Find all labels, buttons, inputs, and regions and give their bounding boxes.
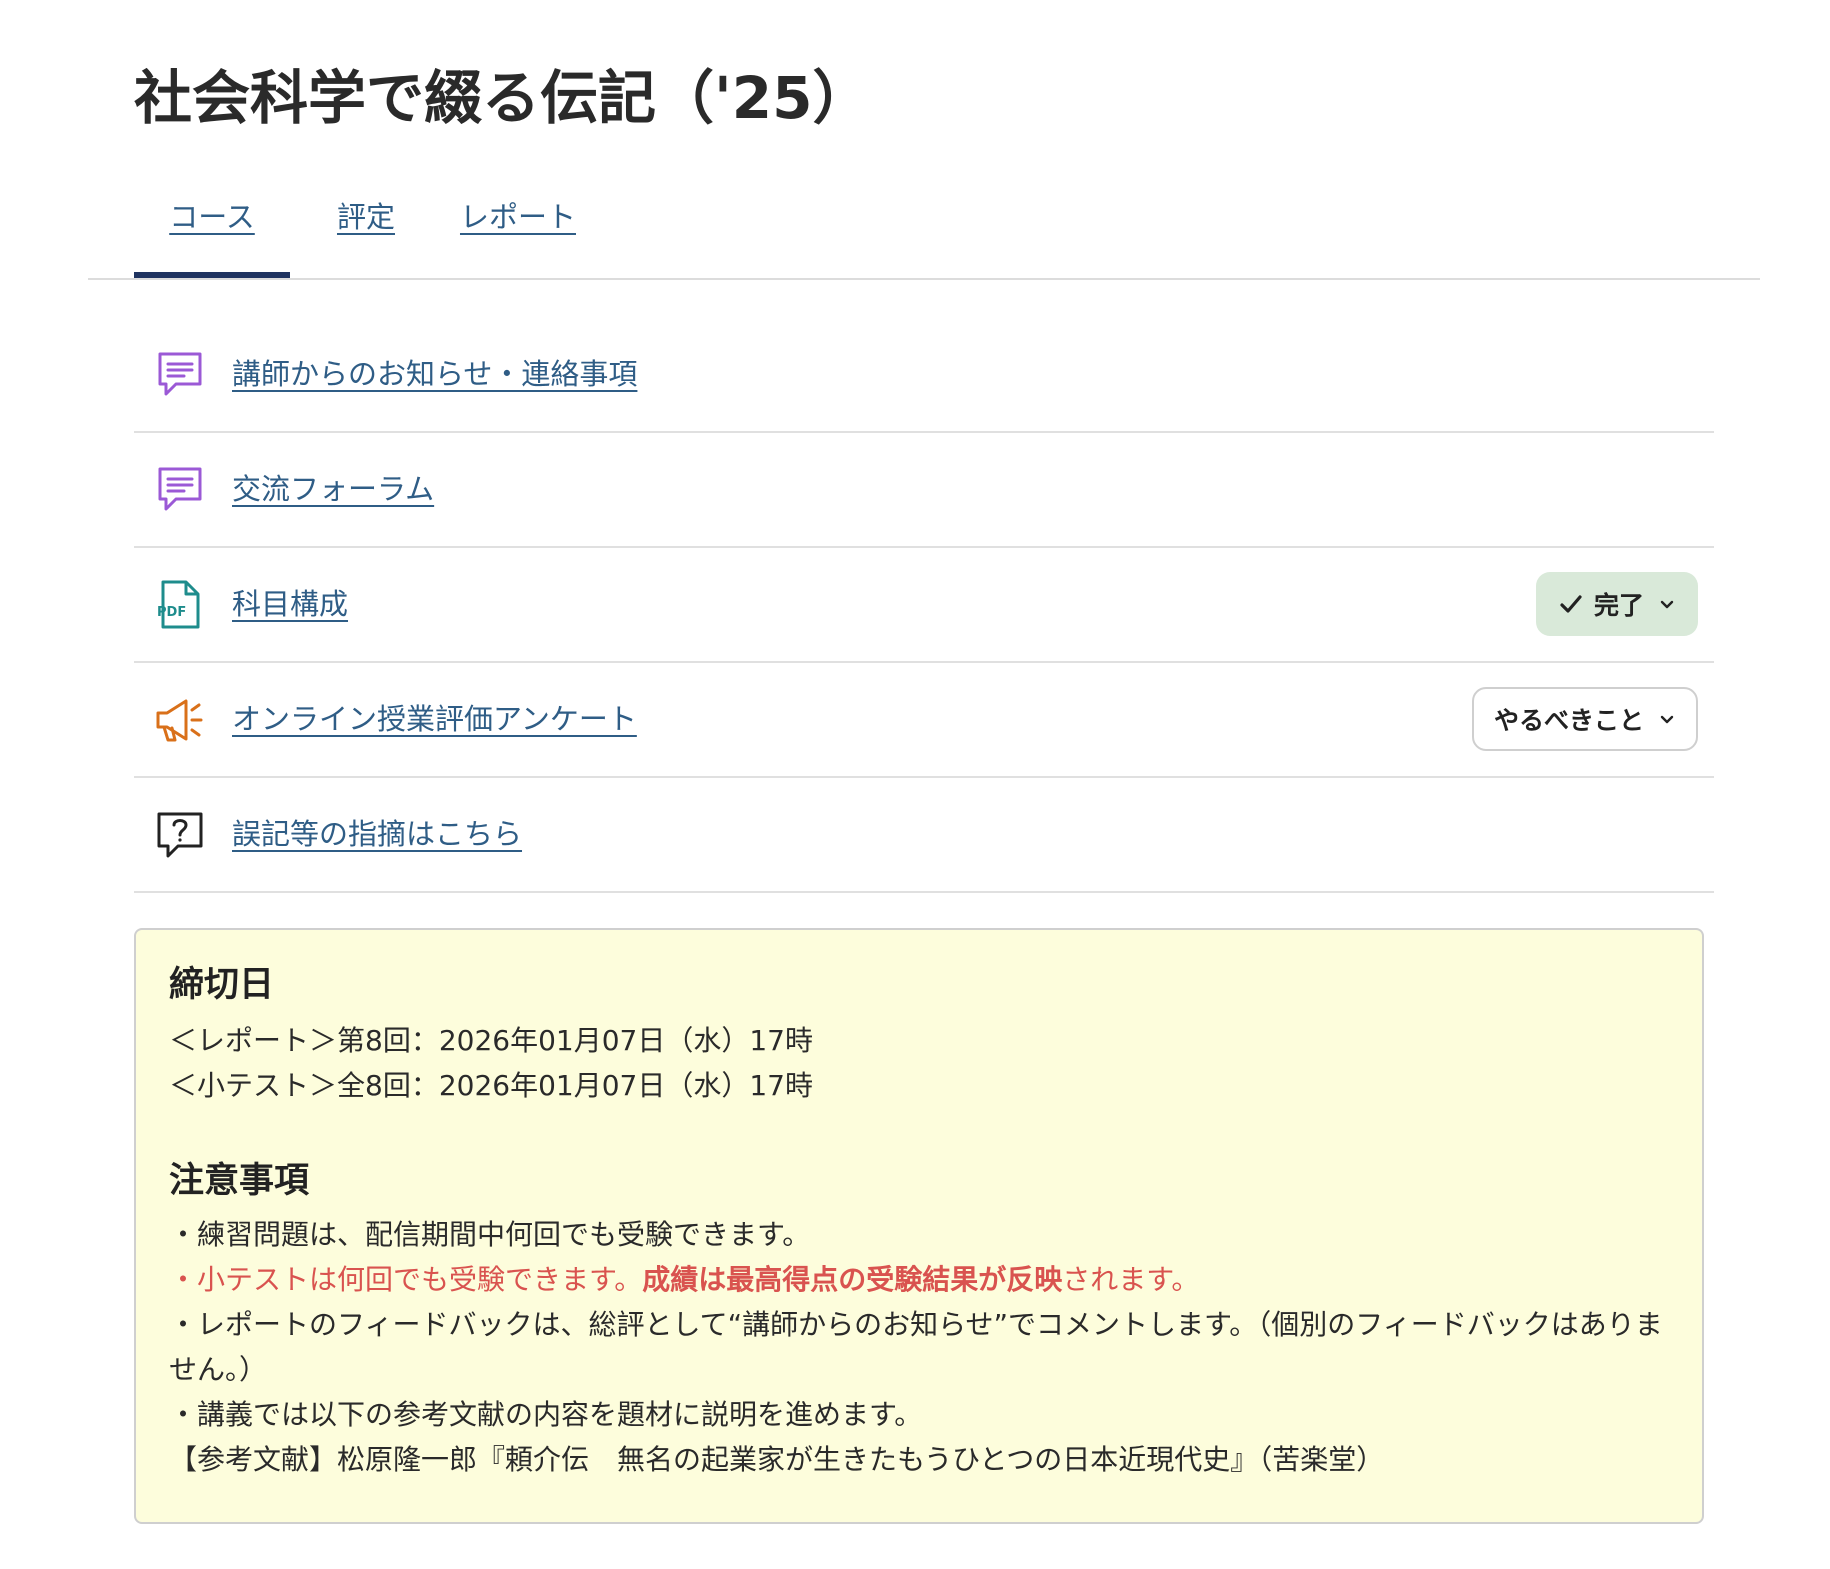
note-quiz: ・小テストは何回でも受験できます。成績は最高得点の受験結果が反映されます。	[169, 1257, 1669, 1302]
megaphone-icon	[154, 694, 206, 746]
course-tabs: コース 評定 レポート	[88, 180, 1760, 280]
chevron-down-icon	[1660, 600, 1674, 609]
deadline-list: ＜レポート＞第8回：2026年01月07日（水）17時 ＜小テスト＞全8回：20…	[169, 1018, 1669, 1108]
todo-status-label: やるべきこと	[1493, 706, 1644, 735]
notice-box: 締切日 ＜レポート＞第8回：2026年01月07日（水）17時 ＜小テスト＞全8…	[134, 928, 1704, 1524]
todo-status-button[interactable]: やるべきこと	[1472, 687, 1698, 751]
module-item-forum: 交流フォーラム	[134, 433, 1714, 548]
tab-course[interactable]: コース	[134, 180, 290, 278]
discussion-icon	[154, 349, 206, 401]
announcements-link[interactable]: 講師からのお知らせ・連絡事項	[232, 318, 637, 431]
pdf-file-icon: PDF	[154, 579, 206, 631]
note-lecture: ・講義では以下の参考文献の内容を題材に説明を進めます。	[169, 1398, 923, 1431]
page-title: 社会科学で綴る伝記（'25）	[134, 64, 871, 132]
module-item-survey: オンライン授業評価アンケート やるべきこと	[134, 663, 1714, 778]
module-item-syllabus: PDF 科目構成 完了	[134, 548, 1714, 663]
deadline-line-report: ＜レポート＞第8回：2026年01月07日（水）17時	[169, 1024, 813, 1057]
survey-link[interactable]: オンライン授業評価アンケート	[232, 663, 637, 776]
active-tab-indicator	[134, 272, 290, 278]
notes-heading: 注意事項	[169, 1161, 310, 1201]
completion-status-label: 完了	[1593, 591, 1644, 620]
chevron-down-icon	[1660, 715, 1674, 724]
check-icon	[1560, 595, 1582, 613]
discussion-icon	[154, 464, 206, 516]
deadline-line-quiz: ＜小テスト＞全8回：2026年01月07日（水）17時	[169, 1069, 813, 1102]
note-practice: ・練習問題は、配信期間中何回でも受験できます。	[169, 1218, 811, 1251]
note-quiz-ending: されます。	[1062, 1263, 1200, 1296]
completion-status-button[interactable]: 完了	[1536, 572, 1698, 636]
tab-report[interactable]: レポート	[440, 180, 596, 278]
module-item-errata: 誤記等の指摘はこちら	[134, 778, 1714, 893]
note-reference: 【参考文献】松原隆一郎『頼介伝 無名の起業家が生きたもうひとつの日本近現代史』（…	[169, 1443, 1385, 1476]
errata-link[interactable]: 誤記等の指摘はこちら	[232, 778, 522, 891]
syllabus-link[interactable]: 科目構成	[232, 548, 348, 661]
note-quiz-text: ・小テストは何回でも受験できます。	[169, 1263, 643, 1296]
tab-grades[interactable]: 評定	[320, 180, 412, 278]
question-bubble-icon	[154, 809, 206, 861]
note-feedback: ・レポートのフィードバックは、総評として“講師からのお知らせ”でコメントします。…	[169, 1308, 1663, 1386]
module-list: 講師からのお知らせ・連絡事項 交流フォーラム PDF 科目構成 完了 オンライン…	[134, 318, 1714, 893]
note-quiz-emphasis: 成績は最高得点の受験結果が反映	[642, 1263, 1063, 1296]
module-item-announcements: 講師からのお知らせ・連絡事項	[134, 318, 1714, 433]
course-page: 社会科学で綴る伝記（'25） コース 評定 レポート 講師からのお知らせ・連絡事…	[0, 0, 1830, 1569]
forum-link[interactable]: 交流フォーラム	[232, 433, 434, 546]
deadline-heading: 締切日	[169, 965, 275, 1005]
notes-list: ・練習問題は、配信期間中何回でも受験できます。 ・小テストは何回でも受験できます…	[169, 1212, 1669, 1482]
svg-text:PDF: PDF	[157, 605, 186, 620]
